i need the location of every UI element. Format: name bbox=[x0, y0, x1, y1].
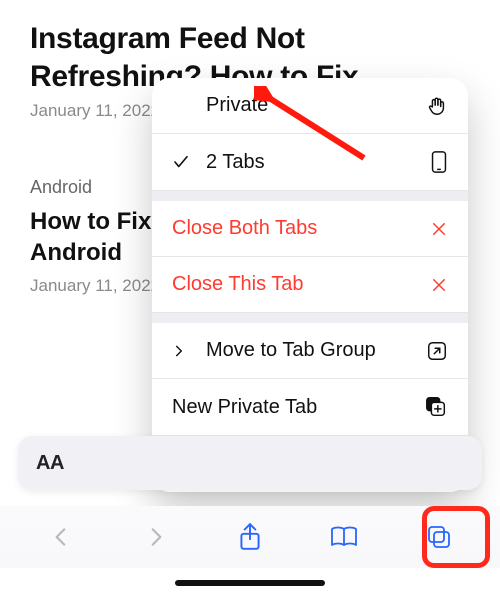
book-icon bbox=[328, 524, 360, 550]
address-bar[interactable]: AA bbox=[18, 436, 482, 490]
tabs-icon bbox=[425, 523, 453, 551]
share-button[interactable] bbox=[228, 515, 272, 559]
menu-label-new-private: New Private Tab bbox=[172, 396, 420, 419]
bottom-toolbar bbox=[0, 506, 500, 568]
menu-item-close-both[interactable]: Close Both Tabs bbox=[152, 201, 468, 257]
open-tab-group-icon bbox=[420, 340, 448, 362]
back-button[interactable] bbox=[39, 515, 83, 559]
menu-item-close-this[interactable]: Close This Tab bbox=[152, 257, 468, 313]
chevron-right-icon bbox=[143, 524, 169, 550]
forward-button[interactable] bbox=[134, 515, 178, 559]
menu-item-private[interactable]: Private bbox=[152, 78, 468, 134]
menu-item-new-private-tab[interactable]: New Private Tab bbox=[152, 379, 468, 436]
menu-item-move-to-group[interactable]: Move to Tab Group bbox=[152, 323, 468, 379]
phone-icon bbox=[420, 150, 448, 174]
menu-label-close-both: Close Both Tabs bbox=[172, 217, 420, 240]
new-private-tab-icon bbox=[420, 395, 448, 419]
home-indicator bbox=[175, 580, 325, 586]
menu-label-move-group: Move to Tab Group bbox=[206, 339, 420, 362]
tabs-button[interactable] bbox=[417, 515, 461, 559]
menu-label-tabs-count: 2 Tabs bbox=[206, 151, 420, 174]
share-icon bbox=[237, 522, 263, 552]
chevron-left-icon bbox=[48, 524, 74, 550]
chevron-right-icon bbox=[172, 344, 186, 358]
menu-item-tabs-count[interactable]: 2 Tabs bbox=[152, 134, 468, 191]
menu-label-close-this: Close This Tab bbox=[172, 273, 420, 296]
close-icon bbox=[420, 276, 448, 294]
hand-icon bbox=[420, 95, 448, 117]
bookmarks-button[interactable] bbox=[322, 515, 366, 559]
menu-label-private: Private bbox=[206, 94, 420, 117]
reader-aa-button[interactable]: AA bbox=[36, 452, 64, 475]
tab-menu: Private 2 Tabs Close bbox=[152, 78, 468, 492]
close-icon bbox=[420, 220, 448, 238]
check-icon bbox=[172, 153, 190, 171]
